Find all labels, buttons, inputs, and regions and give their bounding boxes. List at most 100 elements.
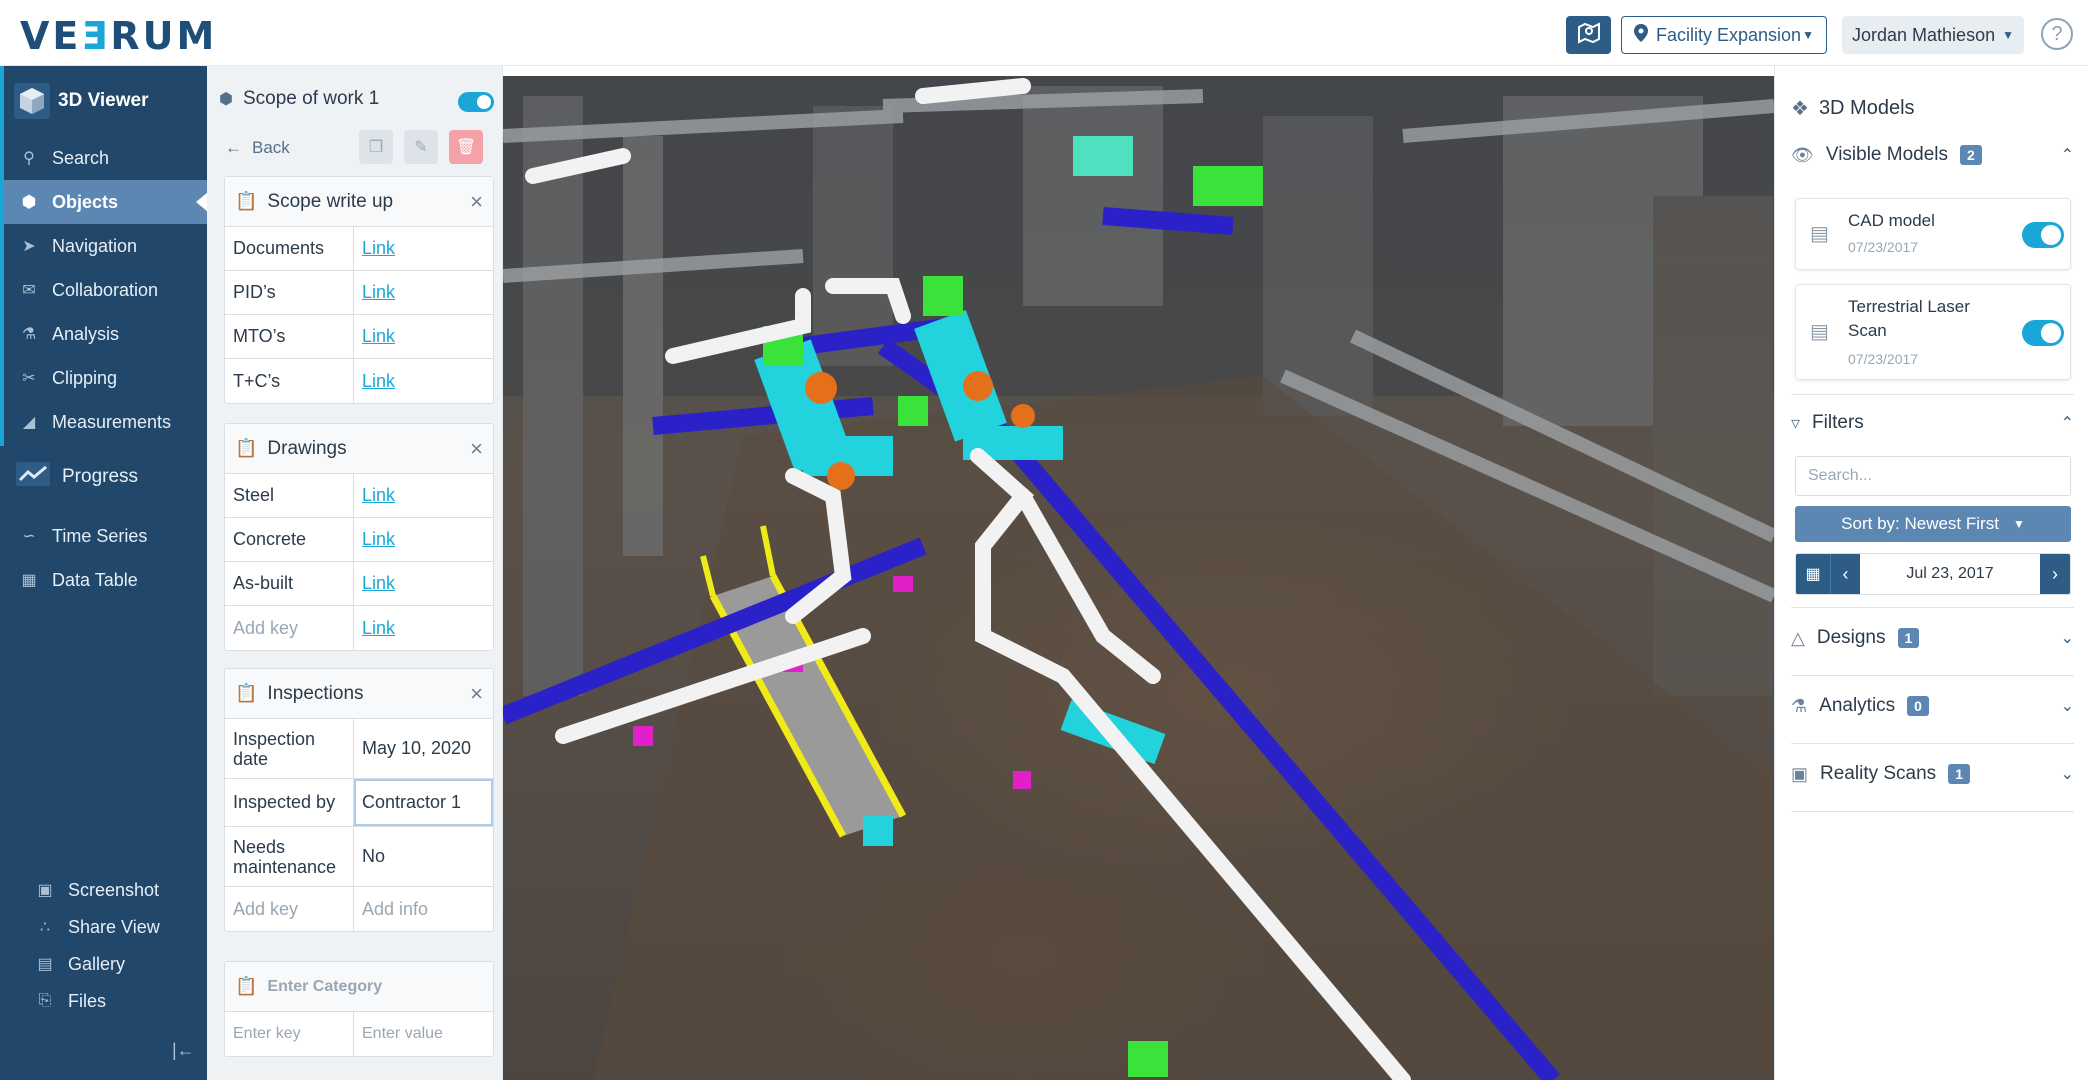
row-value-input[interactable]: Contractor 1 xyxy=(354,779,493,826)
sidebar-item-collaboration[interactable]: ✉ Collaboration xyxy=(4,268,207,312)
chevron-down-icon[interactable]: ⌄ xyxy=(2061,628,2074,648)
reality-scans-header[interactable]: ▣ Reality Scans 1 ⌄ xyxy=(1791,763,2074,785)
sidebar-item-label: Analysis xyxy=(52,323,120,344)
search-icon: ⚲ xyxy=(23,150,35,167)
model-visibility-toggle[interactable] xyxy=(2022,222,2064,248)
object-panel: ⬢ Scope of work 1 ← Back ❐ ✎ 🗑 📋 Scope w… xyxy=(207,66,503,1080)
progress-section-title[interactable]: Progress xyxy=(16,462,138,492)
row-value: Link xyxy=(354,359,493,403)
row-key[interactable]: T+C’s xyxy=(225,359,354,403)
row-value: Link xyxy=(354,315,493,358)
share-icon: ∴ xyxy=(39,919,51,936)
chat-icon: ✉ xyxy=(22,282,36,299)
object-visibility-toggle[interactable] xyxy=(458,92,494,112)
filter-search-input[interactable]: Search... xyxy=(1795,456,2071,496)
enter-key-input[interactable]: Enter key xyxy=(225,1012,354,1056)
model-visibility-toggle[interactable] xyxy=(2022,320,2064,346)
arrow-left-icon: ← xyxy=(225,138,242,157)
sidebar-item-objects[interactable]: ⬢ Objects xyxy=(4,180,208,224)
designs-icon: △ xyxy=(1791,627,1805,648)
help-label: ? xyxy=(2051,22,2063,45)
edit-button[interactable]: ✎ xyxy=(404,130,438,164)
delete-button[interactable]: 🗑 xyxy=(449,130,483,164)
chart-icon: ∽ xyxy=(22,528,36,545)
chevron-up-icon[interactable]: ⌃ xyxy=(2061,145,2074,165)
3d-viewport[interactable] xyxy=(503,76,1774,1080)
close-icon[interactable]: × xyxy=(470,189,483,215)
chevron-down-icon[interactable]: ⌄ xyxy=(2061,696,2074,716)
veerum-logo[interactable]: VEƎRUM xyxy=(20,14,217,58)
close-icon[interactable]: × xyxy=(470,681,483,707)
chevron-right-icon[interactable]: › xyxy=(2040,554,2070,594)
row-key[interactable]: Concrete xyxy=(225,518,354,561)
link[interactable]: Link xyxy=(362,485,395,506)
user-menu[interactable]: Jordan Mathieson ▼ xyxy=(1842,16,2024,54)
image-icon: ▤ xyxy=(1810,223,1829,245)
sidebar-title[interactable]: 3D Viewer xyxy=(14,83,148,119)
card-header: 📋 Scope write up × xyxy=(225,177,493,227)
row-key[interactable]: As-built xyxy=(225,562,354,605)
sidebar-item-navigation[interactable]: ➤ Navigation xyxy=(4,224,207,268)
designs-header[interactable]: △ Designs 1 ⌄ xyxy=(1791,627,2074,649)
scissors-icon: ✂ xyxy=(22,370,36,387)
sidebar-item-search[interactable]: ⚲ Search xyxy=(4,136,207,180)
filters-header[interactable]: ▿ Filters ⌃ xyxy=(1791,412,2074,434)
add-key-input[interactable]: Add key xyxy=(225,606,354,650)
link[interactable]: Link xyxy=(362,326,395,347)
gallery-button[interactable]: ▤ Gallery xyxy=(36,946,206,982)
row-key[interactable]: Documents xyxy=(225,227,354,270)
chevron-down-icon[interactable]: ⌄ xyxy=(2061,764,2074,784)
chevron-down-icon: ▼ xyxy=(2012,517,2025,531)
add-info-input[interactable]: Add info xyxy=(354,887,493,931)
close-icon[interactable]: × xyxy=(470,436,483,462)
model-card-cad[interactable]: ▤ CAD model 07/23/2017 xyxy=(1795,198,2071,270)
files-button[interactable]: ⎘ Files xyxy=(36,983,206,1019)
help-icon[interactable]: ? xyxy=(2041,18,2073,50)
row-key[interactable]: PID’s xyxy=(225,271,354,314)
location-pin-icon xyxy=(1634,23,1648,47)
ruler-icon: ◢ xyxy=(22,414,36,431)
share-view-button[interactable]: ∴ Share View xyxy=(36,909,206,945)
date-navigator: ▦ ‹ Jul 23, 2017 › xyxy=(1795,553,2071,595)
link[interactable]: Link xyxy=(362,529,395,550)
add-key-input[interactable]: Add key xyxy=(225,887,354,931)
chevron-left-icon[interactable]: ‹ xyxy=(1830,554,1860,594)
chevron-up-icon[interactable]: ⌃ xyxy=(2061,413,2074,433)
map-view-button[interactable] xyxy=(1566,16,1611,54)
image-icon: ▤ xyxy=(1810,321,1829,343)
enter-value-input[interactable]: Enter value xyxy=(354,1012,493,1056)
link[interactable]: Link xyxy=(362,573,395,594)
analytics-header[interactable]: ⚗ Analytics 0 ⌄ xyxy=(1791,695,2074,717)
screenshot-button[interactable]: ▣ Screenshot xyxy=(36,872,206,908)
sidebar-item-time-series[interactable]: ∽ Time Series xyxy=(4,514,207,558)
date-value[interactable]: Jul 23, 2017 xyxy=(1860,554,2040,594)
category-input[interactable]: 📋 Enter Category xyxy=(225,962,493,1012)
row-value[interactable]: May 10, 2020 xyxy=(354,719,493,778)
row-key[interactable]: MTO’s xyxy=(225,315,354,358)
sidebar-item-data-table[interactable]: ▦ Data Table xyxy=(4,558,207,602)
back-label: Back xyxy=(252,138,290,157)
link[interactable]: Link xyxy=(362,238,395,259)
sidebar-item-measurements[interactable]: ◢ Measurements xyxy=(4,400,207,444)
scope-write-up-card: 📋 Scope write up × Documents Link PID’s … xyxy=(224,176,494,404)
row-key[interactable]: Inspection date xyxy=(225,719,354,778)
model-card-laser-scan[interactable]: ▤ Terrestrial Laser Scan 07/23/2017 xyxy=(1795,284,2071,380)
visible-models-header[interactable]: 👁 Visible Models 2 ⌃ xyxy=(1791,144,2074,166)
back-button[interactable]: ← Back xyxy=(225,138,290,158)
sort-dropdown[interactable]: Sort by: Newest First ▼ xyxy=(1795,506,2071,542)
row-key[interactable]: Needs maintenance xyxy=(225,827,354,886)
row-key[interactable]: Steel xyxy=(225,474,354,517)
link[interactable]: Link xyxy=(362,282,395,303)
calendar-icon[interactable]: ▦ xyxy=(1796,554,1830,594)
sidebar-item-analysis[interactable]: ⚗ Analysis xyxy=(4,312,207,356)
row-key[interactable]: Inspected by xyxy=(225,779,354,826)
copy-button[interactable]: ❐ xyxy=(359,130,393,164)
row-value[interactable]: No xyxy=(354,827,493,886)
project-select[interactable]: Facility Expansion ▼ xyxy=(1621,16,1827,54)
collapse-sidebar-icon[interactable]: |← xyxy=(172,1040,195,1061)
filters-label: Filters xyxy=(1812,412,1864,433)
sidebar-item-clipping[interactable]: ✂ Clipping xyxy=(4,356,207,400)
link[interactable]: Link xyxy=(362,618,395,639)
clipboard-icon: 📋 xyxy=(235,191,258,211)
link[interactable]: Link xyxy=(362,371,395,392)
